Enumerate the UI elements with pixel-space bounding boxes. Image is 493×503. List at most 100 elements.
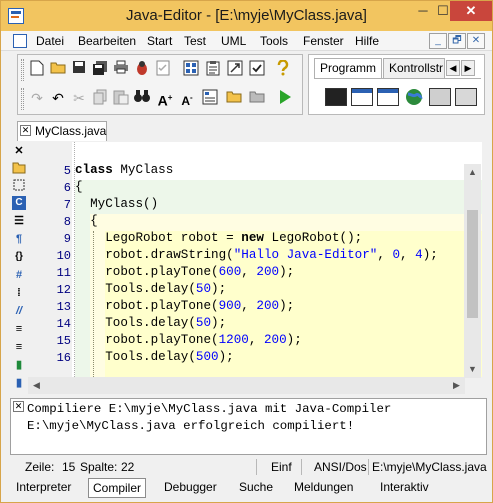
vertical-dots-icon[interactable]: ⁞ [12, 286, 26, 300]
list-icon[interactable]: ☰ [12, 214, 26, 228]
new-file-icon[interactable] [28, 60, 46, 78]
mdi-close-button[interactable]: ✕ [467, 33, 485, 49]
binoculars-icon[interactable] [133, 89, 151, 107]
folder-yellow-icon[interactable] [225, 89, 243, 107]
scroll-right-button[interactable]: ▶ [448, 377, 465, 394]
font-size-up-icon[interactable]: A+ [156, 89, 174, 109]
redo-icon[interactable]: ↷ [28, 89, 46, 107]
open-folder-icon[interactable] [49, 60, 67, 78]
panel-icon[interactable] [429, 88, 451, 106]
checklist-icon[interactable] [154, 60, 172, 78]
menu-tools[interactable]: Tools [260, 34, 288, 48]
paragraph-icon[interactable]: ¶ [12, 232, 26, 246]
block-blue-icon[interactable]: ▮ [12, 376, 26, 390]
line-number: 14 [56, 317, 71, 331]
block-green-icon[interactable]: ▮ [12, 358, 26, 372]
tab-kontrollstrukturen[interactable]: Kontrollstr [383, 58, 445, 78]
frame-window-icon[interactable] [351, 88, 373, 106]
line-number: 6 [63, 181, 71, 195]
menu-fenster[interactable]: Fenster [303, 34, 344, 48]
code-line[interactable]: robot.drawString("Hallo Java-Editor", 0,… [75, 247, 438, 264]
toolbar-grip[interactable] [21, 59, 24, 81]
menu-bearbeiten[interactable]: Bearbeiten [78, 34, 136, 48]
title-bar[interactable]: Java-Editor - [E:\myje\MyClass.java] ─ ☐… [1, 1, 492, 31]
tab-programm[interactable]: Programm [314, 58, 383, 78]
hash-icon[interactable]: # [12, 268, 26, 282]
tab-debugger[interactable]: Debugger [160, 478, 221, 498]
file-tab[interactable]: ✕ MyClass.java [17, 121, 107, 141]
copy-icon[interactable] [91, 89, 109, 107]
menu-test[interactable]: Test [184, 34, 206, 48]
close-icon[interactable]: ✕ [20, 125, 31, 136]
scroll-left-button[interactable]: ◀ [28, 377, 45, 394]
mdi-restore-button[interactable]: 🗗 [448, 33, 466, 49]
clipboard-icon[interactable] [204, 60, 222, 78]
horizontal-scrollbar[interactable] [28, 377, 465, 394]
help-icon[interactable] [274, 59, 292, 78]
tab-scroll-right-button[interactable]: ▶ [461, 60, 475, 76]
save-all-icon[interactable] [91, 60, 109, 78]
console-window-icon[interactable] [325, 88, 347, 106]
paste-icon[interactable] [112, 89, 130, 107]
class-icon[interactable]: C [12, 196, 26, 210]
maximize-button[interactable]: ☐ [436, 1, 450, 21]
code-line[interactable]: { [75, 179, 83, 196]
checkbox-icon[interactable] [248, 60, 266, 78]
run-icon[interactable] [276, 89, 294, 107]
dialog-window-icon[interactable] [377, 88, 399, 106]
comment-icon[interactable]: // [12, 304, 26, 318]
braces-icon[interactable]: {} [12, 250, 26, 264]
menu-start[interactable]: Start [147, 34, 172, 48]
applet-globe-icon[interactable] [403, 88, 425, 106]
gallery-icon[interactable] [182, 60, 200, 78]
menu-datei[interactable]: Datei [36, 34, 64, 48]
cut-icon[interactable]: ✂ [70, 89, 88, 107]
line-number: 12 [56, 283, 71, 297]
minimize-button[interactable]: ─ [410, 1, 436, 21]
code-line[interactable]: Tools.delay(500); [75, 349, 234, 366]
code-line[interactable]: robot.playTone(600, 200); [75, 264, 294, 281]
tab-scroll-left-button[interactable]: ◀ [446, 60, 460, 76]
code-line[interactable]: robot.playTone(900, 200); [75, 298, 294, 315]
indent-icon[interactable]: ≡ [12, 322, 26, 336]
code-line[interactable]: robot.playTone(1200, 200); [75, 332, 302, 349]
bug-icon[interactable] [133, 60, 151, 78]
tab-compiler[interactable]: Compiler [88, 478, 147, 498]
panel-alt-icon[interactable] [455, 88, 477, 106]
code-line[interactable]: { [75, 213, 98, 230]
tab-interpreter[interactable]: Interpreter [12, 478, 75, 498]
close-button[interactable]: ✕ [450, 1, 492, 21]
line-number: 9 [63, 232, 71, 246]
dictionary-icon[interactable] [201, 89, 219, 107]
code-editor[interactable]: 5 class MyClass 6 {7 MyClass() 8 {9 LegoRobo… [28, 142, 482, 377]
code-line[interactable]: Tools.delay(50); [75, 281, 226, 298]
undo-icon[interactable]: ↶ [49, 89, 67, 107]
tab-interaktiv[interactable]: Interaktiv [376, 478, 433, 498]
folder-grey-icon[interactable] [248, 89, 266, 107]
menu-uml[interactable]: UML [221, 34, 246, 48]
code-line[interactable]: class MyClass [75, 162, 173, 179]
export-icon[interactable] [226, 60, 244, 78]
line-number: 13 [56, 300, 71, 314]
menu-hilfe[interactable]: Hilfe [355, 34, 379, 48]
selection-frame-icon[interactable] [12, 178, 26, 192]
toolbar-grip[interactable] [21, 88, 24, 110]
code-line[interactable]: LegoRobot robot = new LegoRobot(); [75, 230, 362, 247]
frame-icon[interactable] [12, 160, 26, 174]
document-icon[interactable] [13, 34, 27, 48]
unindent-icon[interactable]: ≡ [12, 340, 26, 354]
tab-meldungen[interactable]: Meldungen [290, 478, 357, 498]
scroll-up-button[interactable]: ▲ [464, 164, 481, 181]
tab-suche[interactable]: Suche [235, 478, 277, 498]
close-icon[interactable]: ✕ [12, 144, 26, 158]
line-number: 15 [56, 334, 71, 348]
close-icon[interactable]: ✕ [13, 401, 24, 412]
print-icon[interactable] [112, 60, 130, 78]
mdi-minimize-button[interactable]: _ [429, 33, 447, 49]
scroll-down-button[interactable]: ▼ [464, 361, 481, 378]
save-icon[interactable] [70, 60, 88, 78]
code-line[interactable]: MyClass() [75, 196, 158, 213]
code-line[interactable]: Tools.delay(50); [75, 315, 226, 332]
vertical-scroll-thumb[interactable] [467, 210, 478, 318]
font-size-down-icon[interactable]: A- [178, 89, 196, 108]
